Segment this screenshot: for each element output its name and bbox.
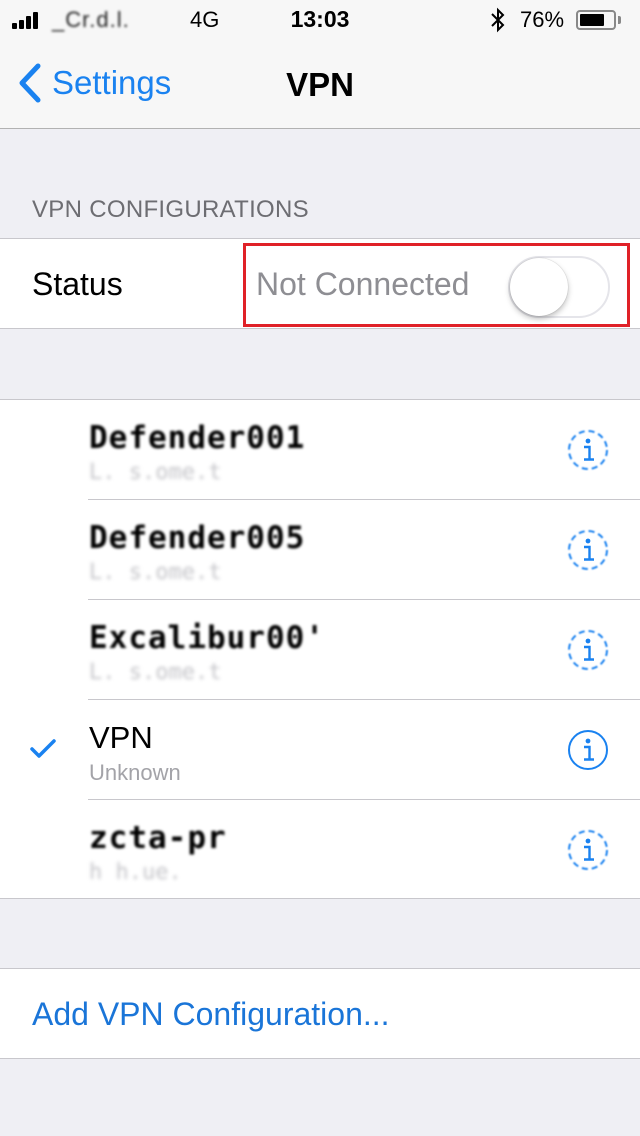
navigation-bar: Settings VPN — [0, 40, 640, 129]
battery-fill — [580, 14, 605, 26]
vpn-subtitle: Unknown — [89, 760, 181, 785]
info-icon[interactable] — [567, 629, 609, 671]
checkmark-icon — [30, 739, 56, 758]
vpn-subtitle: L. s.ome.t — [89, 560, 222, 585]
vpn-subtitle: L. s.ome.t — [89, 460, 222, 485]
battery-percentage: 76% — [520, 7, 565, 32]
vpn-toggle[interactable] — [508, 256, 610, 318]
status-row: Status Not Connected — [0, 238, 640, 329]
vpn-list-item[interactable]: zcta-pr h h.ue. — [0, 800, 640, 900]
vpn-subtitle: L. s.ome.t — [89, 660, 222, 685]
vpn-list-item[interactable]: Excalibur00' L. s.ome.t — [0, 600, 640, 700]
vpn-name: Defender005 — [89, 520, 306, 556]
battery-icon — [576, 10, 616, 30]
toggle-knob — [510, 258, 568, 316]
vpn-name: Excalibur00' — [89, 620, 325, 656]
bluetooth-icon — [490, 7, 506, 39]
status-label: Status — [32, 266, 123, 302]
vpn-subtitle: h h.ue. — [89, 860, 182, 885]
status-bar: _Cr.d.l. 4G 13:03 76% — [0, 0, 640, 40]
vpn-list-item[interactable]: Defender005 L. s.ome.t — [0, 500, 640, 600]
vpn-name: VPN — [89, 720, 153, 755]
info-icon[interactable] — [567, 829, 609, 871]
vpn-name: zcta-pr — [89, 820, 227, 856]
vpn-name: Defender001 — [89, 420, 306, 456]
page-title: VPN — [286, 66, 354, 103]
add-vpn-row[interactable]: Add VPN Configuration... — [0, 968, 640, 1059]
info-icon[interactable] — [567, 429, 609, 471]
vpn-configuration-list: Defender001 L. s.ome.t Defender005 L. s.ome… — [0, 399, 640, 899]
battery-cap — [618, 16, 621, 24]
add-vpn-configuration-button[interactable]: Add VPN Configuration... — [32, 996, 390, 1033]
vpn-list-item[interactable]: Defender001 L. s.ome.t — [0, 400, 640, 500]
info-icon[interactable] — [567, 529, 609, 571]
info-icon[interactable] — [567, 729, 609, 771]
vpn-list-item[interactable]: VPN Unknown — [0, 700, 640, 800]
section-header: VPN CONFIGURATIONS — [32, 196, 309, 223]
status-value: Not Connected — [256, 266, 470, 302]
